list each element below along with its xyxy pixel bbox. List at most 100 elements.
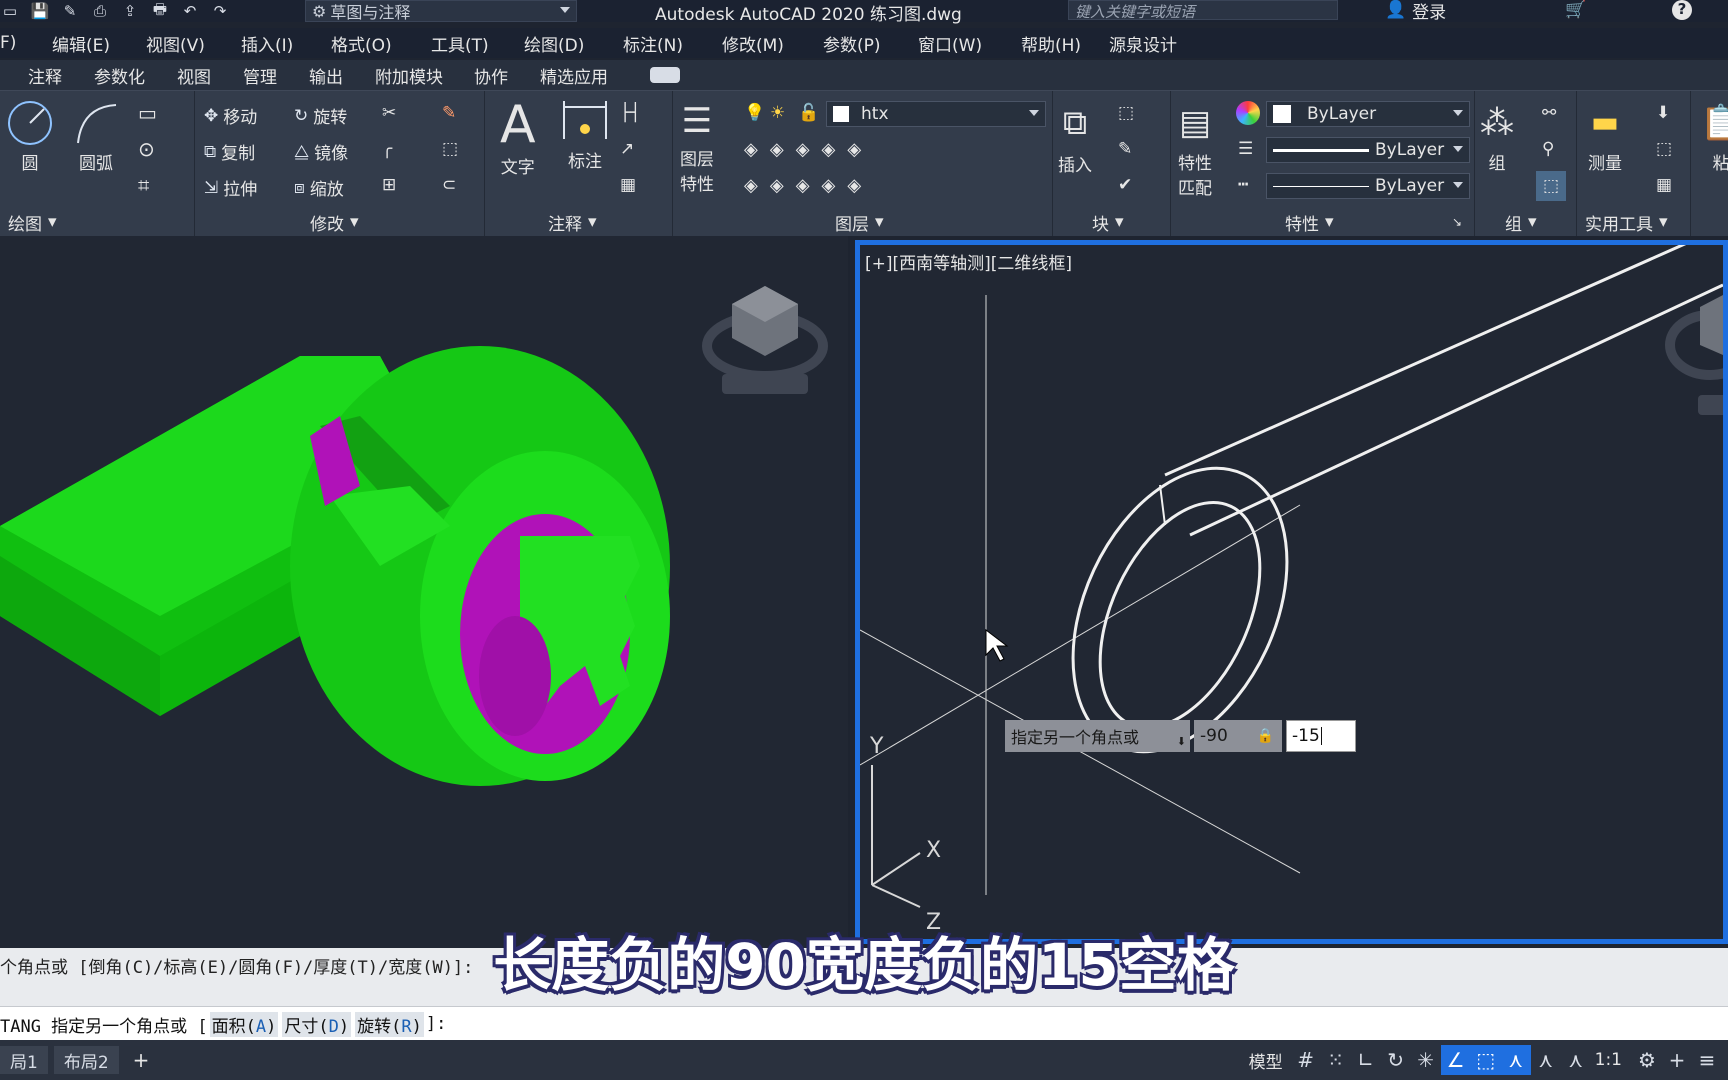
- layout-tab-1[interactable]: 局1: [0, 1046, 48, 1074]
- paste-button[interactable]: 📋 粘: [1700, 97, 1728, 174]
- layer-copy-icon[interactable]: ◈: [847, 175, 861, 196]
- export-icon[interactable]: ⇪: [120, 2, 140, 20]
- lightbulb-icon[interactable]: 💡: [744, 103, 765, 123]
- table-icon[interactable]: ▦: [620, 175, 636, 195]
- arc-button[interactable]: 圆弧: [72, 99, 120, 174]
- add-layout-button[interactable]: +: [133, 1048, 150, 1072]
- fillet-icon[interactable]: ╭: [382, 139, 392, 159]
- menu-edit[interactable]: 编辑(E): [52, 31, 146, 56]
- modify-panel-footer[interactable]: 修改 ▾: [310, 209, 359, 235]
- layer-tools-row-2[interactable]: ◈ ◈ ◈ ◈ ◈: [744, 175, 861, 196]
- properties-panel-footer[interactable]: 特性 ▾: [1285, 209, 1334, 235]
- tab-featured-apps[interactable]: 精选应用: [540, 63, 650, 88]
- option-area[interactable]: 面积(A): [209, 1011, 279, 1037]
- right-viewport[interactable]: [+][西南等轴测][二维线框] Y X Z: [855, 240, 1728, 944]
- print-icon[interactable]: 🖶: [150, 0, 170, 20]
- utilities-panel-footer[interactable]: 实用工具 ▾: [1585, 209, 1668, 235]
- lineweight-icon[interactable]: ☰: [1238, 139, 1253, 159]
- sun-icon[interactable]: ☀: [770, 103, 785, 123]
- tab-collaborate[interactable]: 协作: [474, 63, 540, 88]
- annotation-visibility-icon[interactable]: ⋏: [1500, 1045, 1531, 1075]
- menu-parametric[interactable]: 参数(P): [823, 31, 918, 56]
- quick-select-icon[interactable]: ⬇: [1656, 103, 1670, 123]
- dynamic-input-width[interactable]: -15: [1286, 720, 1356, 752]
- dropdown-arrow-icon[interactable]: ⬇: [1177, 735, 1186, 748]
- select-all-icon[interactable]: ⬚: [1656, 139, 1672, 159]
- open-icon[interactable]: ▭: [0, 2, 20, 20]
- properties-launcher-icon[interactable]: ↘: [1452, 215, 1462, 229]
- layer-unisolate-icon[interactable]: ◈: [770, 175, 784, 196]
- move-button[interactable]: ✥ 移动: [204, 103, 257, 129]
- array-3d-icon[interactable]: ⬚: [442, 139, 458, 159]
- tab-addins[interactable]: 附加模块: [375, 63, 474, 88]
- layer-on-icon[interactable]: ◈: [744, 175, 758, 196]
- leader-icon[interactable]: ↗: [620, 139, 634, 159]
- help-icon[interactable]: ?: [1672, 0, 1692, 20]
- edit-block-icon[interactable]: ✎: [1118, 139, 1132, 159]
- linetype-dropdown[interactable]: ByLayer: [1266, 173, 1470, 199]
- color-dropdown[interactable]: ByLayer: [1266, 101, 1470, 127]
- save-as-icon[interactable]: ✎: [60, 2, 80, 20]
- color-wheel-icon[interactable]: [1236, 101, 1260, 125]
- layer-thaw-icon[interactable]: ◈: [796, 175, 810, 196]
- trim-icon[interactable]: ✂: [382, 103, 396, 123]
- scale-button[interactable]: ⧈ 缩放: [294, 175, 344, 201]
- layer-dropdown[interactable]: htx: [826, 101, 1046, 127]
- menu-file[interactable]: F): [0, 33, 52, 53]
- dimension-button[interactable]: 标注: [560, 99, 610, 172]
- workspace-dropdown[interactable]: ⚙ 草图与注释: [305, 0, 577, 22]
- layers-panel-footer[interactable]: 图层 ▾: [835, 209, 884, 235]
- array-icon[interactable]: ⊞: [382, 175, 396, 195]
- match-properties-button[interactable]: ▤ 特性 匹配: [1178, 97, 1212, 199]
- layer-off-icon[interactable]: ◈: [744, 139, 758, 160]
- copy-button[interactable]: ⧉ 复制: [204, 139, 255, 165]
- lineweight-dropdown[interactable]: ByLayer: [1266, 137, 1470, 163]
- menu-yuanquan[interactable]: 源泉设计: [1109, 31, 1177, 56]
- block-attribute-icon[interactable]: ✔: [1118, 175, 1132, 195]
- undo-icon[interactable]: ↶: [180, 2, 200, 20]
- model-space-toggle[interactable]: 模型: [1249, 1048, 1283, 1073]
- layer-isolate-icon[interactable]: ◈: [770, 139, 784, 160]
- grid-icon[interactable]: #: [1291, 1045, 1321, 1075]
- left-viewport[interactable]: [0, 236, 848, 948]
- menu-insert[interactable]: 插入(I): [241, 31, 331, 56]
- tab-view[interactable]: 视图: [177, 63, 243, 88]
- option-rotation[interactable]: 旋转(R): [355, 1011, 424, 1037]
- layer-tools-row-1[interactable]: ◈ ◈ ◈ ◈ ◈: [744, 139, 861, 160]
- menu-modify[interactable]: 修改(M): [722, 31, 823, 56]
- circle-button[interactable]: 圆: [6, 99, 54, 174]
- ortho-icon[interactable]: ∟: [1351, 1045, 1381, 1075]
- hatch-icon[interactable]: ⊙: [138, 137, 155, 161]
- command-line[interactable]: TANG 指定另一个角点或 [ 面积(A) 尺寸(D) 旋转(R) ]:: [0, 1006, 1728, 1041]
- tab-annotate[interactable]: 注释: [28, 63, 94, 88]
- layer-match-icon[interactable]: ◈: [847, 139, 861, 160]
- group-button[interactable]: ⁂ 组: [1480, 97, 1514, 174]
- layer-properties-button[interactable]: ☰ 图层 特性: [680, 97, 714, 195]
- lock-icon[interactable]: 🔓: [798, 103, 819, 123]
- group-panel-footer[interactable]: 组 ▾: [1505, 209, 1537, 235]
- isodraft-icon[interactable]: ✳: [1411, 1045, 1441, 1075]
- search-input[interactable]: 键入关键字或短语: [1068, 0, 1338, 21]
- object-snap-tracking-icon[interactable]: ∠: [1440, 1045, 1471, 1075]
- tab-output[interactable]: 输出: [309, 63, 375, 88]
- menu-format[interactable]: 格式(O): [331, 31, 431, 56]
- tab-parametric[interactable]: 参数化: [94, 63, 177, 88]
- group-edit-icon[interactable]: ⚲: [1542, 139, 1554, 159]
- redo-icon[interactable]: ↷: [210, 2, 230, 20]
- scale-readout[interactable]: 1:1: [1595, 1050, 1622, 1070]
- insert-button[interactable]: ⧉ 插入: [1058, 97, 1092, 176]
- linetype-icon[interactable]: ┅: [1238, 175, 1248, 195]
- group-select-icon[interactable]: ⬚: [1536, 171, 1566, 201]
- rectangle-icon[interactable]: ▭: [138, 101, 157, 125]
- menu-view[interactable]: 视图(V): [146, 31, 241, 56]
- create-block-icon[interactable]: ⬚: [1118, 103, 1134, 123]
- auto-scale-icon[interactable]: ⋏: [1531, 1045, 1561, 1075]
- offset-icon[interactable]: ⊂: [442, 175, 456, 195]
- object-snap-icon[interactable]: ⬚: [1470, 1045, 1501, 1075]
- menu-dimension[interactable]: 标注(N): [623, 31, 722, 56]
- login-button[interactable]: 👤 登录: [1385, 0, 1446, 23]
- calculator-icon[interactable]: ▦: [1656, 175, 1672, 195]
- layer-freeze-icon[interactable]: ◈: [796, 139, 810, 160]
- menu-draw[interactable]: 绘图(D): [524, 31, 623, 56]
- cart-icon[interactable]: 🛒: [1565, 0, 1586, 20]
